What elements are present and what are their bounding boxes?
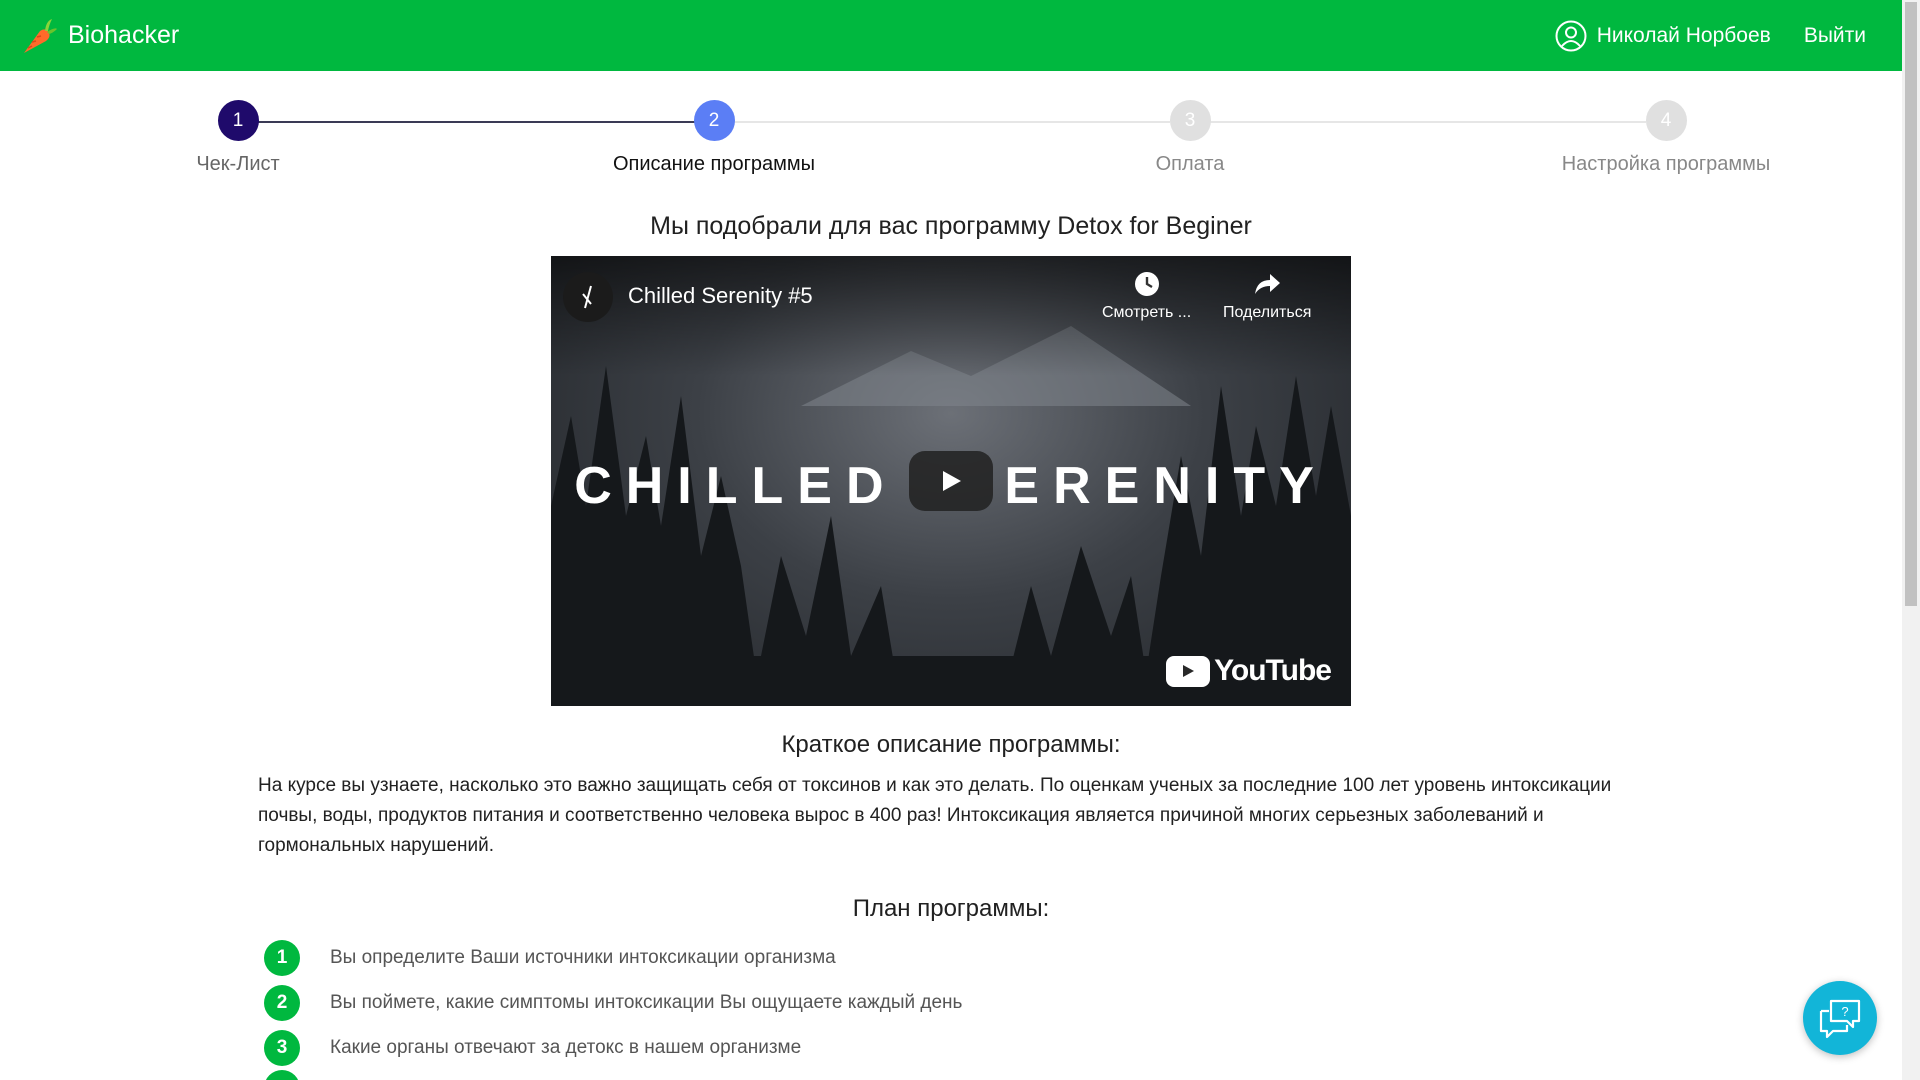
video-player[interactable]: Chilled Serenity #5 Смотреть ... Поделит… [551, 256, 1351, 706]
share-label: Поделиться [1223, 304, 1312, 321]
plan-item-text: Вы определите Ваши источники интоксикаци… [330, 946, 836, 968]
plan-title: План программы: [852, 895, 1050, 922]
carrot-icon [24, 18, 57, 53]
plan-item-text: Вы поймете, какие симптомы интоксикации … [330, 991, 963, 1013]
youtube-logo[interactable]: YouTube [1166, 654, 1332, 688]
list-item-partial [264, 1070, 962, 1080]
watch-later-label: Смотреть ... [1102, 304, 1192, 321]
chat-help-icon: ? [1819, 999, 1861, 1039]
plan-item-number: 1 [264, 939, 300, 976]
step-label: Настройка программы [1561, 153, 1771, 175]
share-icon [1255, 274, 1281, 294]
step-label: Оплата [1155, 153, 1225, 175]
plan-item-number-partial [264, 1070, 300, 1080]
youtube-play-icon [1166, 655, 1211, 687]
brand-logo[interactable]: Biohacker [18, 15, 179, 57]
share-button[interactable]: Поделиться [1223, 270, 1311, 322]
clock-icon [1134, 272, 1159, 296]
chat-help-button[interactable]: ? [1803, 981, 1877, 1055]
svg-text:?: ? [1841, 1004, 1848, 1019]
plan-list: 1 Вы определите Ваши источники интоксика… [264, 935, 962, 1080]
logout-button[interactable]: Выйти [1804, 24, 1866, 48]
channel-logo-icon [582, 285, 592, 309]
overlay-text-left: CHILLED [574, 457, 898, 515]
progress-stepper: 1 Чек-Лист 2 Описание программы 3 Оплата… [0, 100, 1902, 180]
youtube-wordmark: YouTube [1214, 654, 1332, 687]
overlay-text-right: ERENITY [1004, 457, 1328, 515]
summary-title: Краткое описание программы: [781, 731, 1121, 758]
step-number: 3 [1169, 100, 1211, 141]
summary-text: На курсе вы узнаете, насколько это важно… [258, 775, 1612, 856]
step-program-setup[interactable]: 4 Настройка программы [1526, 100, 1806, 176]
step-payment[interactable]: 3 Оплата [1050, 100, 1330, 176]
plan-item-text: Какие органы отвечают за детокс в нашем … [330, 1036, 802, 1058]
play-button[interactable] [909, 451, 993, 511]
play-icon [943, 471, 961, 491]
list-item: 1 Вы определите Ваши источники интоксика… [264, 935, 962, 980]
step-label: Чек-Лист [196, 153, 280, 175]
watch-later-button[interactable]: Смотреть ... [1102, 270, 1191, 322]
brand-name: Biohacker [68, 21, 180, 49]
step-program-description[interactable]: 2 Описание программы [574, 100, 854, 176]
step-number: 2 [693, 100, 735, 141]
channel-avatar[interactable] [563, 272, 613, 322]
user-circle-icon [1555, 20, 1587, 51]
user-name: Николай Норбоев [1596, 23, 1771, 47]
scrollbar-thumb[interactable] [1905, 2, 1917, 606]
video-title[interactable]: Chilled Serenity #5 [628, 283, 813, 309]
step-checklist[interactable]: 1 Чек-Лист [98, 100, 378, 176]
user-menu[interactable]: Николай Норбоев [1555, 20, 1771, 52]
page-title: Мы подобрали для вас программу Detox for… [650, 212, 1252, 240]
step-number: 1 [217, 100, 259, 141]
top-navbar: Biohacker Николай Норбоев Выйти [0, 0, 1902, 71]
page-scrollbar[interactable] [1902, 0, 1920, 1080]
step-label: Описание программы [612, 153, 816, 175]
list-item: 3 Какие органы отвечают за детокс в наше… [264, 1025, 962, 1070]
plan-item-number: 3 [264, 1029, 300, 1066]
step-number: 4 [1645, 100, 1687, 141]
list-item: 2 Вы поймете, какие симптомы интоксикаци… [264, 980, 962, 1025]
plan-item-number: 2 [264, 984, 300, 1021]
